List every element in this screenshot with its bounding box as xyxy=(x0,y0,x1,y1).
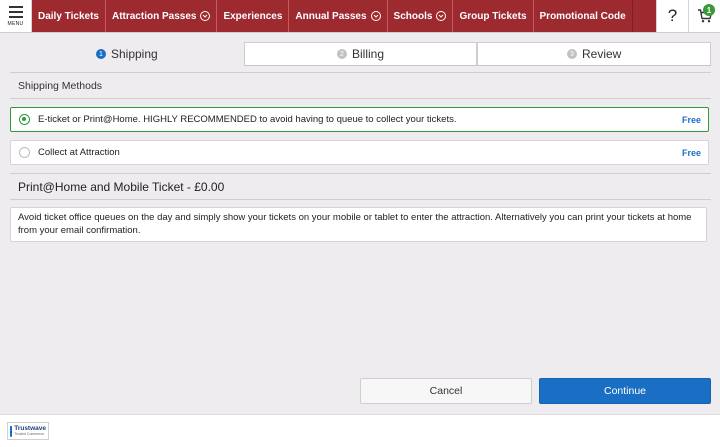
step-review[interactable]: 3 Review xyxy=(477,42,712,66)
divider xyxy=(10,199,711,200)
ticket-type-title: Print@Home and Mobile Ticket - £0.00 xyxy=(18,180,225,194)
nav-item-experiences[interactable]: Experiences xyxy=(217,0,290,32)
primary-nav: Daily Tickets Attraction Passes Experien… xyxy=(32,0,633,32)
step-label: Review xyxy=(582,47,622,61)
nav-label: Group Tickets xyxy=(459,10,527,22)
shipping-methods-title: Shipping Methods xyxy=(18,80,103,92)
option-price: Free xyxy=(681,147,701,158)
top-navigation: MENU Daily Tickets Attraction Passes Exp… xyxy=(0,0,720,33)
checkout-steps: 1 Shipping 2 Billing 3 Review xyxy=(10,42,712,66)
continue-button[interactable]: Continue xyxy=(539,378,711,404)
option-price: Free xyxy=(681,114,701,125)
radio-button[interactable] xyxy=(19,114,30,125)
divider xyxy=(10,173,711,174)
nav-label: Promotional Code xyxy=(539,10,626,22)
menu-label: MENU xyxy=(7,20,24,27)
step-number: 3 xyxy=(567,49,577,59)
step-label: Shipping xyxy=(110,47,158,61)
shipping-option-eticket[interactable]: E-ticket or Print@Home. HIGHLY RECOMMEND… xyxy=(10,107,709,132)
step-billing[interactable]: 2 Billing xyxy=(243,42,478,66)
help-icon: ? xyxy=(667,6,678,25)
divider xyxy=(10,72,711,73)
nav-label: Daily Tickets xyxy=(38,10,99,22)
cart-button[interactable]: 1 xyxy=(688,0,720,32)
nav-spacer xyxy=(632,0,656,32)
cancel-button[interactable]: Cancel xyxy=(360,378,532,404)
hamburger-icon xyxy=(8,5,23,18)
help-button[interactable]: ? xyxy=(656,0,688,32)
ticket-description: Avoid ticket office queues on the day an… xyxy=(10,207,707,242)
menu-button[interactable]: MENU xyxy=(0,0,32,32)
chevron-down-icon xyxy=(200,11,211,21)
nav-label: Experiences xyxy=(223,10,283,22)
cart-count-badge: 1 xyxy=(703,4,715,16)
trust-sub: Trusted Commerce xyxy=(14,431,45,436)
step-number: 2 xyxy=(337,49,347,59)
checkout-frame: MENU Daily Tickets Attraction Passes Exp… xyxy=(0,0,720,447)
nav-item-group-tickets[interactable]: Group Tickets xyxy=(453,0,534,32)
nav-label: Annual Passes xyxy=(295,10,367,22)
chevron-down-icon xyxy=(370,11,381,21)
shield-icon xyxy=(10,425,13,437)
option-label: Collect at Attraction xyxy=(38,147,120,158)
option-label: E-ticket or Print@Home. HIGHLY RECOMMEND… xyxy=(38,114,457,125)
nav-item-promotional-code[interactable]: Promotional Code xyxy=(534,0,632,32)
nav-item-schools[interactable]: Schools xyxy=(388,0,454,32)
nav-item-daily-tickets[interactable]: Daily Tickets xyxy=(32,0,106,32)
step-label: Billing xyxy=(352,47,385,61)
nav-item-attraction-passes[interactable]: Attraction Passes xyxy=(106,0,218,32)
divider xyxy=(10,98,711,99)
radio-button[interactable] xyxy=(19,147,30,158)
shipping-option-collect[interactable]: Collect at Attraction Free xyxy=(10,140,709,165)
footer: Trustwave Trusted Commerce xyxy=(0,414,720,447)
nav-label: Attraction Passes xyxy=(111,10,197,22)
trustwave-seal[interactable]: Trustwave Trusted Commerce xyxy=(7,422,49,440)
step-shipping[interactable]: 1 Shipping xyxy=(10,42,244,66)
step-number: 1 xyxy=(95,49,106,59)
nav-item-annual-passes[interactable]: Annual Passes xyxy=(289,0,388,32)
nav-label: Schools xyxy=(393,10,433,22)
chevron-down-icon xyxy=(436,11,447,21)
